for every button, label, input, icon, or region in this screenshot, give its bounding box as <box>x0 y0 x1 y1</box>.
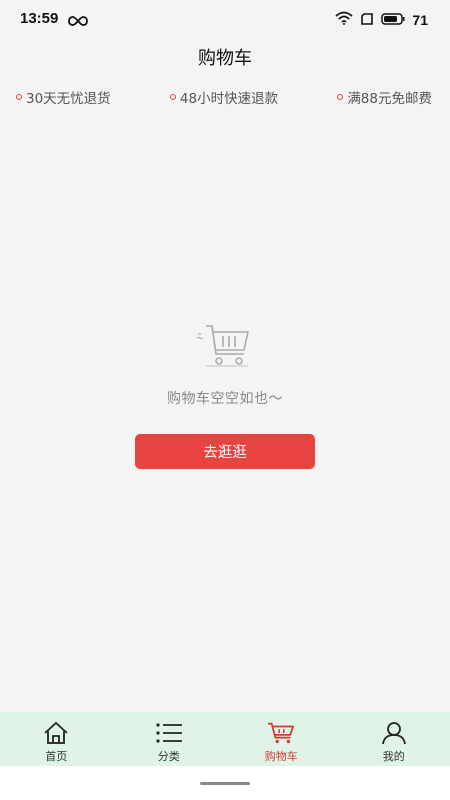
battery-level: 71 <box>412 11 428 28</box>
promo-item-refund: 48小时快速退款 <box>169 87 279 107</box>
tab-label: 首页 <box>45 750 68 763</box>
page-header: 购物车 <box>0 36 450 78</box>
tab-cart[interactable]: 购物车 <box>225 713 338 766</box>
dot-icon <box>16 94 22 100</box>
sim-icon <box>360 10 374 29</box>
empty-cart-state: 购物车空空如也～ 去逛逛 <box>0 320 450 469</box>
promo-item-shipping: 满88元免邮费 <box>337 87 432 107</box>
dot-icon <box>337 94 344 100</box>
tab-label: 分类 <box>157 750 180 763</box>
promo-label: 满88元免邮费 <box>347 91 432 107</box>
battery-icon <box>381 10 405 29</box>
status-icons: 71 <box>335 10 428 29</box>
gesture-bar-area <box>0 766 450 800</box>
status-bar: 13:59 71 <box>0 0 450 36</box>
cart-icon <box>267 721 295 745</box>
promo-label: 48小时快速退款 <box>179 91 279 107</box>
promo-label: 30天无忧退货 <box>26 91 111 107</box>
empty-cart-message: 购物车空空如也～ <box>167 391 283 407</box>
bottom-tab-bar: 首页 分类 购物车 我的 <box>0 712 450 766</box>
tab-label: 我的 <box>382 750 405 763</box>
shopping-cart-icon <box>196 320 254 370</box>
user-icon <box>380 721 408 745</box>
promo-bar: 30天无忧退货 48小时快速退款 满88元免邮费 <box>0 80 450 114</box>
promo-item-returns: 30天无忧退货 <box>16 87 111 107</box>
status-time: 13:59 <box>20 10 59 27</box>
tab-profile[interactable]: 我的 <box>338 713 450 766</box>
infinity-icon <box>68 11 88 30</box>
go-shopping-button[interactable]: 去逛逛 <box>135 434 315 469</box>
page-title: 购物车 <box>198 48 252 69</box>
dot-icon <box>169 94 176 100</box>
home-indicator[interactable] <box>200 782 250 785</box>
home-icon <box>42 721 70 745</box>
list-icon <box>155 721 183 745</box>
tab-category[interactable]: 分类 <box>113 713 226 766</box>
wifi-icon <box>335 10 354 29</box>
tab-label: 购物车 <box>264 750 298 763</box>
tab-home[interactable]: 首页 <box>0 713 113 766</box>
